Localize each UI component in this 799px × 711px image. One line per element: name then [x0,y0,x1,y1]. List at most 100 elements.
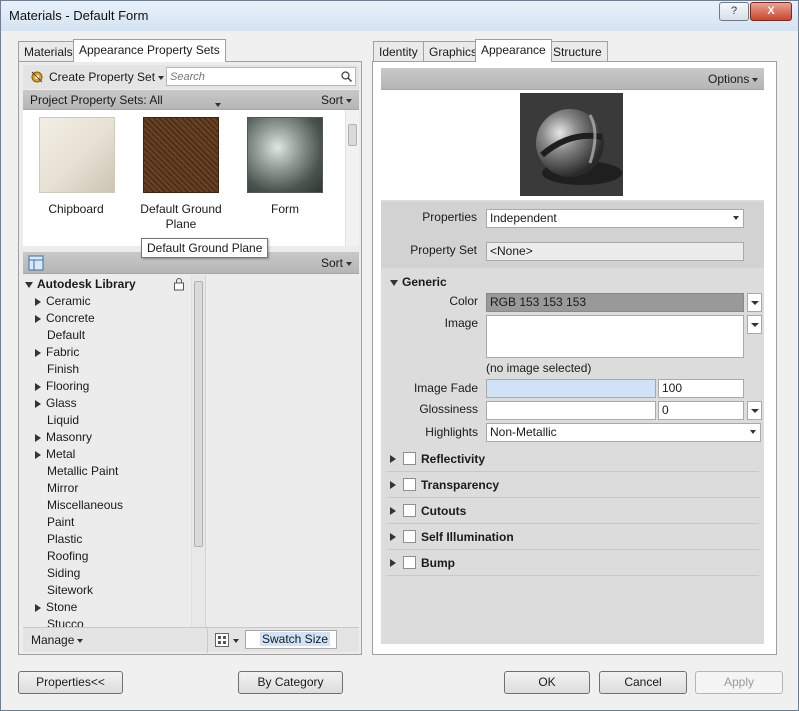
expand-arrow-icon[interactable] [390,455,396,463]
expand-arrow-icon[interactable] [35,603,41,612]
expand-arrow-icon[interactable] [390,533,396,541]
color-dropdown-button[interactable] [747,293,762,312]
library-category[interactable]: Finish [47,361,79,378]
help-button[interactable]: ? [719,2,749,21]
section-label: Cutouts [421,504,467,518]
image-fade-value[interactable]: 100 [658,379,744,398]
by-category-button[interactable]: By Category [238,671,343,694]
search-input[interactable] [166,67,356,86]
close-button[interactable]: X [750,2,792,21]
section-enable-checkbox[interactable] [403,556,416,569]
expand-arrow-icon[interactable] [35,399,41,408]
library-category[interactable]: Default [47,327,85,344]
library-tree: Autodesk Library Ceramic Concrete Default F… [23,275,205,627]
view-options-arrow-icon[interactable] [233,633,239,647]
image-dropdown-button[interactable] [747,315,762,334]
section-transparency[interactable]: Transparency [387,472,759,498]
glossiness-slider[interactable] [486,401,656,420]
expand-arrow-icon[interactable] [390,481,396,489]
section-cutouts[interactable]: Cutouts [387,498,759,524]
expand-arrow-icon[interactable] [35,314,41,323]
image-fade-slider[interactable] [486,379,656,398]
library-category[interactable]: Ceramic [35,293,91,310]
materials-dialog: Materials - Default Form ? X Materials A… [0,0,799,711]
library-scroll-thumb[interactable] [194,281,203,547]
library-category[interactable]: Liquid [47,412,79,429]
thumb-label-default-ground-plane: Default Ground Plane [140,202,222,231]
expand-arrow-icon[interactable] [390,507,396,515]
thumbnail-scrollbar[interactable] [345,110,359,246]
library-category[interactable]: Sitework [47,582,93,599]
library-scrollbar[interactable] [191,275,205,627]
library-category-label: Stone [46,600,78,614]
expand-arrow-icon[interactable] [35,382,41,391]
section-enable-checkbox[interactable] [403,478,416,491]
chipboard-thumbnail[interactable] [39,117,115,193]
create-property-set-icon [31,71,43,83]
expand-arrow-icon[interactable] [35,348,41,357]
ok-button[interactable]: OK [504,671,590,694]
library-category-label: Glass [46,396,77,410]
library-category[interactable]: Stone [35,599,77,616]
library-category[interactable]: Stucco [47,616,84,627]
library-category[interactable]: Plastic [47,531,82,548]
generic-section-header[interactable]: Generic [390,275,447,289]
glossiness-dropdown-button[interactable] [747,401,762,420]
library-category[interactable]: Paint [47,514,74,531]
properties-dropdown[interactable]: Independent [486,209,744,228]
section-enable-checkbox[interactable] [403,504,416,517]
library-category[interactable]: Metallic Paint [47,463,118,480]
section-bump[interactable]: Bump [387,550,759,576]
options-menu[interactable]: Options [708,72,759,86]
library-category[interactable]: Fabric [35,344,79,361]
library-category[interactable]: Miscellaneous [47,497,123,514]
create-property-set-button[interactable]: Create Property Set [49,70,165,84]
library-category[interactable]: Flooring [35,378,89,395]
library-category[interactable]: Concrete [35,310,95,327]
library-category[interactable]: Roofing [47,548,88,565]
section-enable-checkbox[interactable] [403,530,416,543]
library-category-label: Metallic Paint [47,464,119,478]
image-slot[interactable] [486,315,744,358]
tab-materials[interactable]: Materials [18,41,79,62]
expand-arrow-icon[interactable] [35,297,41,306]
library-category[interactable]: Metal [35,446,75,463]
glossiness-value[interactable]: 0 [658,401,744,420]
cancel-button[interactable]: Cancel [599,671,687,694]
sort-button-library[interactable]: Sort [321,256,353,270]
tab-structure[interactable]: Structure [547,41,608,62]
highlights-dropdown[interactable]: Non-Metallic [486,423,761,442]
default-ground-plane-thumbnail[interactable] [143,117,219,193]
library-category-label: Siding [47,566,81,580]
library-category[interactable]: Glass [35,395,77,412]
library-panel-icon[interactable] [28,255,44,271]
section-reflectivity[interactable]: Reflectivity [387,446,759,472]
material-preview-image[interactable] [520,93,623,196]
color-swatch-field[interactable]: RGB 153 153 153 [486,293,744,312]
expand-arrow-icon[interactable] [390,559,396,567]
apply-button[interactable]: Apply [695,671,783,694]
expand-arrow-icon[interactable] [35,450,41,459]
library-category[interactable]: Siding [47,565,80,582]
form-thumbnail[interactable] [247,117,323,193]
thumbnail-scroll-thumb[interactable] [348,124,357,146]
library-root[interactable]: Autodesk Library [25,276,136,293]
library-category-label: Masonry [46,430,93,444]
swatch-size-field[interactable]: Swatch Size [245,630,337,649]
project-filter-dropdown[interactable]: Project Property Sets: All [30,93,163,107]
section-self-illumination[interactable]: Self Illumination [387,524,759,550]
properties-toggle-button[interactable]: Properties<< [18,671,123,694]
tab-identity[interactable]: Identity [373,41,424,62]
tab-appearance-property-sets[interactable]: Appearance Property Sets [73,39,226,62]
library-category[interactable]: Mirror [47,480,78,497]
filter-arrow-icon[interactable] [215,97,221,111]
tab-appearance[interactable]: Appearance [475,39,552,62]
sort-button-top[interactable]: Sort [321,93,353,107]
manage-menu[interactable]: Manage [31,633,84,647]
title-bar: Materials - Default Form ? X [1,1,798,31]
view-grid-icon[interactable] [215,633,229,647]
section-enable-checkbox[interactable] [403,452,416,465]
highlights-label: Highlights [425,425,478,439]
expand-arrow-icon[interactable] [35,433,41,442]
library-category[interactable]: Masonry [35,429,92,446]
